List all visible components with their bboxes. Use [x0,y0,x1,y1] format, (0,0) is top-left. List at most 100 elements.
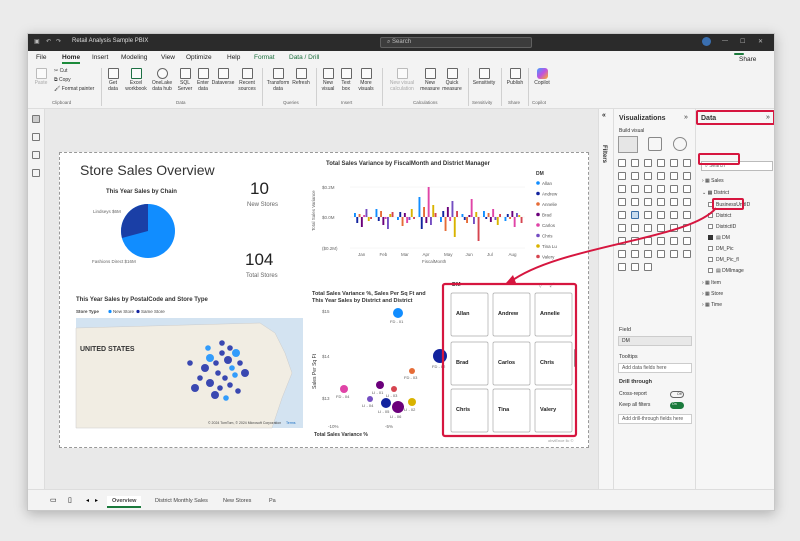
visual-type-icon[interactable] [670,237,678,245]
visual-type-icon[interactable] [631,159,639,167]
visual-type-icon[interactable] [683,198,691,206]
publish-button[interactable]: Publish [504,68,526,87]
visual-type-icon[interactable] [644,172,652,180]
visual-type-icon[interactable] [644,159,652,167]
menu-view[interactable]: View [161,54,175,61]
get-data-button[interactable]: Get data [104,68,122,92]
sensitivity-button[interactable]: Sensitivity [470,68,498,87]
visual-type-icon[interactable] [631,263,639,271]
visual-type-icon[interactable] [670,198,678,206]
visual-type-icon[interactable] [683,237,691,245]
tab-district-monthly-sales[interactable]: District Monthly Sales [150,496,213,508]
visual-type-icon[interactable] [618,159,626,167]
cut-button[interactable]: ✂ Cut [54,68,67,75]
paste-button[interactable]: Paste [32,68,50,87]
text-box-button[interactable]: Text box [338,68,354,92]
checkbox[interactable] [708,257,713,262]
visual-type-icon[interactable] [683,211,691,219]
visual-type-icon[interactable] [670,211,678,219]
visual-type-icon[interactable] [670,172,678,180]
format-visual-tab[interactable] [648,137,662,151]
menu-modeling[interactable]: Modeling [121,54,147,61]
visual-type-icon[interactable] [631,250,639,258]
visual-type-icon[interactable] [657,159,665,167]
visual-type-icon[interactable] [618,224,626,232]
copilot-button[interactable]: Copilot [531,68,553,87]
visual-type-icon[interactable] [644,198,652,206]
menu-insert[interactable]: Insert [92,54,108,61]
cross-report-toggle[interactable]: Off [670,391,684,398]
visual-type-icon[interactable] [618,263,626,271]
undo-icon[interactable]: ↶ [46,38,51,45]
minimize-icon[interactable]: — [722,38,728,44]
redo-icon[interactable]: ↷ [56,38,61,45]
tab-new-stores[interactable]: New Stores [218,496,256,508]
visual-type-icon[interactable] [683,224,691,232]
visual-type-icon[interactable] [631,211,639,219]
visual-type-icon[interactable] [644,250,652,258]
visual-type-icon[interactable] [670,224,678,232]
visual-type-icon[interactable] [657,185,665,193]
visual-type-icon[interactable] [657,172,665,180]
close-icon[interactable]: ✕ [758,38,763,45]
dax-query-icon[interactable] [32,169,40,177]
visual-type-icon[interactable] [631,224,639,232]
drill-through-well[interactable]: Add drill-through fields here [618,414,692,424]
tab-overview[interactable]: Overview [107,496,142,508]
new-visual-button[interactable]: New visual [319,68,337,92]
visual-type-icon[interactable] [631,185,639,193]
visual-type-icon[interactable] [644,237,652,245]
visual-type-icon[interactable] [618,237,626,245]
new-measure-button[interactable]: New measure [419,68,441,92]
menu-home[interactable]: Home [62,54,81,64]
table-district[interactable]: ⌄ ▦ District [702,190,729,196]
visual-type-icon[interactable] [644,263,652,271]
visual-type-icon[interactable] [631,237,639,245]
menu-help[interactable]: Help [227,54,240,61]
copy-button[interactable]: ⧉ Copy [54,77,71,84]
maximize-icon[interactable]: ☐ [740,38,745,45]
checkbox-checked[interactable] [708,235,713,240]
menu-data-drill[interactable]: Data / Drill [289,54,319,61]
tab-more[interactable]: Pa [264,496,281,508]
desktop-layout-icon[interactable]: ▭ [50,496,57,504]
visual-type-icon[interactable] [683,185,691,193]
visual-type-icon[interactable] [618,211,626,219]
collapse-icon[interactable]: » [684,114,688,121]
table-view-icon[interactable] [32,133,40,141]
next-page-icon[interactable]: ▸ [95,497,98,504]
more-visuals-button[interactable]: More visuals [355,68,377,92]
visual-type-icon[interactable] [670,250,678,258]
field-dm-pic-fl[interactable]: DM_Pic_fl [708,257,739,263]
enter-data-button[interactable]: Enter data [195,68,211,92]
dataverse-button[interactable]: Dataverse [211,68,235,87]
field-dm-pic[interactable]: DM_Pic [708,246,734,252]
filters-pane[interactable]: « Filters [598,109,613,489]
checkbox[interactable] [708,268,713,273]
menu-format[interactable]: Format [254,54,275,61]
visual-type-icon[interactable] [657,237,665,245]
new-visual-calc-button[interactable]: New visual calculation [385,68,419,92]
format-painter-button[interactable]: 🖌 Format painter [54,86,94,93]
onelake-button[interactable]: OneLake data hub [149,68,175,92]
visual-type-icon[interactable] [657,198,665,206]
visual-type-icon[interactable] [657,250,665,258]
prev-page-icon[interactable]: ◂ [86,497,89,504]
field-district[interactable]: District [708,213,731,219]
visual-type-icon[interactable] [683,159,691,167]
visual-type-icon[interactable] [618,172,626,180]
analytics-tab[interactable] [673,137,687,151]
sql-server-button[interactable]: SQL Server [176,68,194,92]
table-store[interactable]: › ▦ Store [702,291,723,297]
mobile-layout-icon[interactable]: ▯ [68,496,72,504]
share-button[interactable]: Share [734,53,756,63]
checkbox[interactable] [708,213,713,218]
checkbox[interactable] [708,224,713,229]
field-district-id[interactable]: DistrictID [708,224,736,230]
visual-type-icon[interactable] [618,250,626,258]
refresh-button[interactable]: Refresh [291,68,311,87]
visual-type-icon[interactable] [670,159,678,167]
report-view-icon[interactable] [32,115,40,123]
save-icon[interactable]: ▣ [34,38,40,45]
quick-measure-button[interactable]: Quick measure [441,68,463,92]
